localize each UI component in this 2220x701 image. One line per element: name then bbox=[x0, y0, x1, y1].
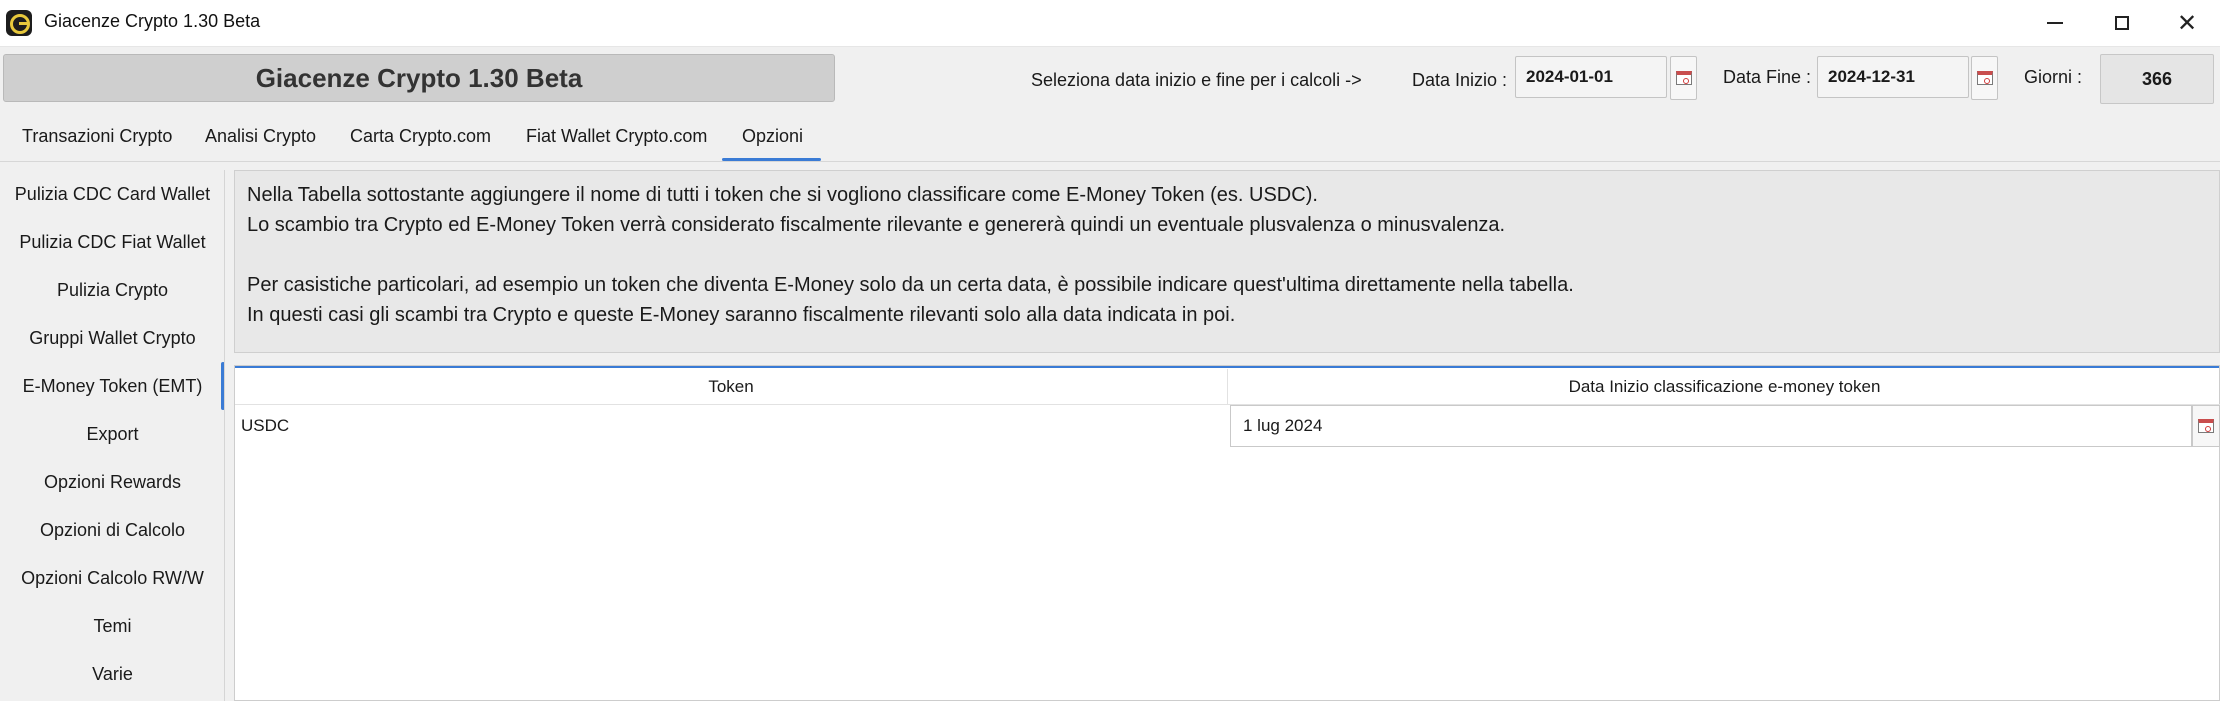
description-line: Nella Tabella sottostante aggiungere il … bbox=[247, 184, 1318, 206]
minimize-button[interactable] bbox=[2022, 0, 2088, 46]
table-focus-border bbox=[235, 366, 2219, 368]
window-title: Giacenze Crypto 1.30 Beta bbox=[44, 11, 261, 31]
start-date-field[interactable]: 2024-01-01 bbox=[1515, 56, 1667, 98]
column-header-token[interactable]: Token bbox=[235, 369, 1228, 405]
maximize-icon bbox=[2115, 16, 2129, 30]
end-date-label: Data Fine : bbox=[1723, 67, 1812, 87]
column-header-start-date[interactable]: Data Inizio classificazione e-money toke… bbox=[1228, 369, 2220, 405]
calendar-icon bbox=[2198, 419, 2214, 433]
sidebar-item-varie[interactable]: Varie bbox=[0, 654, 225, 694]
options-sidebar: Pulizia CDC Card Wallet Pulizia CDC Fiat… bbox=[0, 170, 225, 701]
close-button[interactable]: ✕ bbox=[2154, 0, 2220, 46]
start-date-calendar-button[interactable] bbox=[1670, 56, 1697, 100]
start-date-label: Data Inizio : bbox=[1412, 70, 1508, 90]
days-label: Giorni : bbox=[2024, 67, 2083, 87]
tabs-divider bbox=[0, 161, 2220, 162]
minimize-icon bbox=[2047, 22, 2063, 24]
emt-table: Token Data Inizio classificazione e-mone… bbox=[234, 365, 2220, 701]
sidebar-item-export[interactable]: Export bbox=[0, 414, 225, 454]
end-date-calendar-button[interactable] bbox=[1971, 56, 1998, 100]
sidebar-item-pulizia-cdc-fiat-wallet[interactable]: Pulizia CDC Fiat Wallet bbox=[0, 222, 225, 262]
app-logo-icon bbox=[6, 10, 32, 36]
description-line: Lo scambio tra Crypto ed E-Money Token v… bbox=[247, 214, 1506, 236]
date-hint-label: Seleziona data inizio e fine per i calco… bbox=[1031, 70, 1362, 90]
sidebar-item-opzioni-rewards[interactable]: Opzioni Rewards bbox=[0, 462, 225, 502]
tab-fiat-wallet-crypto-com[interactable]: Fiat Wallet Crypto.com bbox=[526, 126, 707, 147]
tab-opzioni[interactable]: Opzioni bbox=[742, 126, 803, 147]
sidebar-item-temi[interactable]: Temi bbox=[0, 606, 225, 646]
table-date-calendar-button[interactable] bbox=[2192, 405, 2220, 447]
maximize-button[interactable] bbox=[2089, 0, 2155, 46]
app-title-banner: Giacenze Crypto 1.30 Beta bbox=[3, 54, 835, 102]
sidebar-item-opzioni-calcolo-rw-w[interactable]: Opzioni Calcolo RW/W bbox=[0, 558, 225, 598]
tab-carta-crypto-com[interactable]: Carta Crypto.com bbox=[350, 126, 491, 147]
title-bar: Giacenze Crypto 1.30 Beta ✕ bbox=[0, 0, 2220, 47]
emt-description-box: Nella Tabella sottostante aggiungere il … bbox=[234, 170, 2220, 353]
main-tabs: Transazioni Crypto Analisi Crypto Carta … bbox=[0, 118, 2220, 162]
sidebar-item-pulizia-crypto[interactable]: Pulizia Crypto bbox=[0, 270, 225, 310]
sidebar-item-e-money-token[interactable]: E-Money Token (EMT) bbox=[0, 366, 225, 406]
tab-transazioni-crypto[interactable]: Transazioni Crypto bbox=[22, 126, 172, 147]
description-line: Per casistiche particolari, ad esempio u… bbox=[247, 274, 1574, 296]
description-line: In questi casi gli scambi tra Crypto e q… bbox=[247, 304, 1236, 326]
days-value: 366 bbox=[2100, 54, 2214, 104]
sidebar-item-gruppi-wallet-crypto[interactable]: Gruppi Wallet Crypto bbox=[0, 318, 225, 358]
sidebar-item-pulizia-cdc-card-wallet[interactable]: Pulizia CDC Card Wallet bbox=[0, 174, 225, 214]
tab-analisi-crypto[interactable]: Analisi Crypto bbox=[205, 126, 316, 147]
sidebar-item-opzioni-di-calcolo[interactable]: Opzioni di Calcolo bbox=[0, 510, 225, 550]
table-cell-token[interactable]: USDC bbox=[241, 405, 1221, 447]
description-line bbox=[247, 240, 2207, 270]
end-date-field[interactable]: 2024-12-31 bbox=[1817, 56, 1969, 98]
sidebar-divider bbox=[224, 170, 225, 701]
close-icon: ✕ bbox=[2176, 9, 2198, 37]
calendar-icon bbox=[1675, 71, 1692, 85]
calendar-icon bbox=[1976, 71, 1993, 85]
table-cell-date-field[interactable]: 1 lug 2024 bbox=[1230, 405, 2192, 447]
